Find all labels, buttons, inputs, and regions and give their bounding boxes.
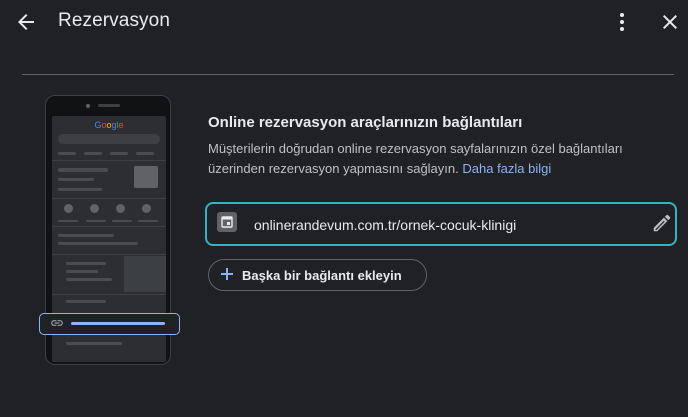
pencil-icon [653, 214, 671, 232]
section-title: Online rezervasyon araçlarınızın bağlant… [208, 114, 523, 131]
description-text: Müşterilerin doğrudan online rezervasyon… [208, 141, 623, 176]
map-thumbnail [124, 256, 166, 292]
add-link-label: Başka bir bağlantı ekleyin [242, 268, 402, 283]
dialog-title: Rezervasyon [58, 10, 170, 31]
more-options-button[interactable] [610, 10, 634, 34]
dialog-header: Rezervasyon [0, 0, 688, 44]
highlighted-link-row [39, 313, 180, 335]
add-link-button[interactable]: Başka bir bağlantı ekleyin [208, 259, 427, 291]
store-icon [134, 166, 158, 188]
more-vert-icon [620, 13, 624, 31]
booking-link-field[interactable]: onlinerandevum.com.tr/ornek-cocuk-klinig… [205, 202, 677, 246]
brand-letter: e [118, 120, 124, 130]
header-divider [22, 74, 674, 75]
google-logo: Google [52, 120, 166, 130]
close-button[interactable] [658, 10, 682, 34]
close-icon [663, 15, 677, 29]
link-icon [51, 320, 63, 326]
edit-link-button[interactable] [651, 212, 673, 234]
plus-icon [221, 268, 233, 280]
booking-link-value: onlinerandevum.com.tr/ornek-cocuk-klinig… [254, 217, 517, 233]
calendar-icon [217, 212, 237, 232]
section-description: Müşterilerin doğrudan online rezervasyon… [208, 139, 673, 179]
back-button[interactable] [14, 10, 38, 34]
learn-more-link[interactable]: Daha fazla bilgi [462, 161, 551, 176]
arrow-back-icon [18, 14, 34, 30]
link-placeholder-line [71, 322, 165, 325]
